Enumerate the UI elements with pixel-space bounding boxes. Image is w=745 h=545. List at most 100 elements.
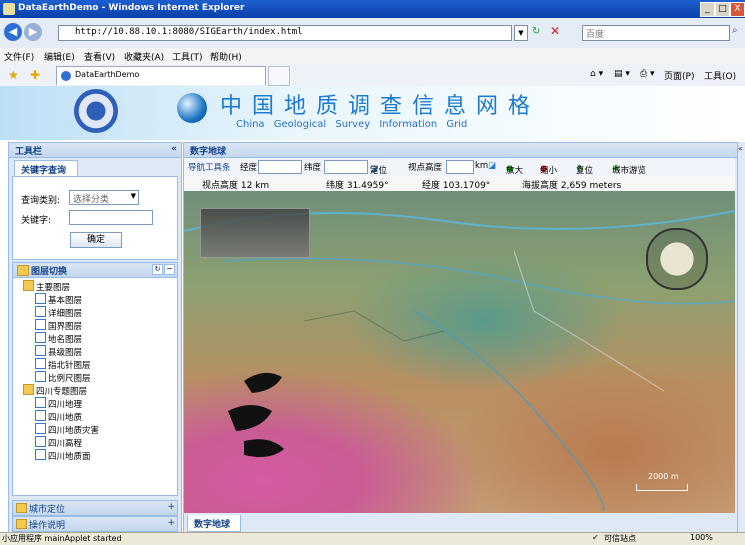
tree-group-label: 主要图层 <box>36 283 71 293</box>
address-bar-row: ◀ ▶ http://10.88.10.1:8080/SIGEarth/inde… <box>0 18 745 49</box>
tree-item-label: 地名图层 <box>48 335 83 345</box>
menu-favorites[interactable]: 收藏夹(A) <box>124 50 164 63</box>
confirm-button[interactable]: 确定 <box>70 232 122 248</box>
expand-icon[interactable]: + <box>167 518 175 528</box>
forward-button[interactable]: ▶ <box>24 23 42 41</box>
layer-icon <box>35 319 46 330</box>
tree-item-layer[interactable]: 四川地理 <box>35 397 82 410</box>
page-menu[interactable]: 页面(P) <box>664 69 694 82</box>
menu-tools[interactable]: 工具(T) <box>172 50 203 63</box>
layer-icon <box>35 358 46 369</box>
instructions-panel-header[interactable]: 操作说明 + <box>12 516 178 532</box>
lon-input[interactable] <box>258 160 302 174</box>
minimize-button[interactable]: _ <box>700 2 715 17</box>
refresh-layers-icon[interactable]: ↻ <box>152 264 163 275</box>
instructions-label: 操作说明 <box>29 521 66 531</box>
world-overview-map[interactable] <box>200 208 310 258</box>
menu-view[interactable]: 查看(V) <box>84 50 115 63</box>
zoom-level[interactable]: 100% <box>690 533 713 542</box>
tree-item-layer[interactable]: 地名图层 <box>35 332 82 345</box>
tree-item-label: 基本图层 <box>48 296 83 306</box>
folder-open-icon <box>23 280 34 291</box>
url-dropdown-icon[interactable]: ▼ <box>514 25 528 41</box>
add-favorite-icon[interactable]: ✚ <box>30 68 40 82</box>
chevron-down-icon: ▼ <box>130 192 136 200</box>
category-select[interactable]: 选择分类 ▼ <box>69 190 139 205</box>
tree-item-layer[interactable]: 基本图层 <box>35 293 82 306</box>
reset-label: 复位 <box>576 166 594 176</box>
favorites-star-icon[interactable]: ★ <box>8 68 19 82</box>
lat-input[interactable] <box>324 160 368 174</box>
nav-toolbar-label: 导航工具条 <box>188 163 231 173</box>
home-icon[interactable]: ⌂ ▾ <box>590 69 603 79</box>
search-icon[interactable]: ⌕ <box>732 25 738 36</box>
city-tour-label: 城市游览 <box>612 166 647 176</box>
tools-menu[interactable]: 工具(O) <box>704 69 736 82</box>
right-collapse-bar[interactable]: « <box>737 142 745 538</box>
close-button[interactable]: X <box>730 2 745 17</box>
menu-edit[interactable]: 编辑(E) <box>44 50 75 63</box>
maximize-button[interactable]: □ <box>715 2 730 17</box>
tree-item-layer[interactable]: 四川地质 <box>35 410 82 423</box>
tab-title: DataEarthDemo <box>75 70 140 79</box>
layer-icon <box>35 332 46 343</box>
layer-icon <box>35 410 46 421</box>
tree-item-layer[interactable]: 详细图层 <box>35 306 82 319</box>
toolbox-header: 工具栏 « <box>9 143 181 158</box>
menu-bar: 文件(F) 编辑(E) 查看(V) 收藏夹(A) 工具(T) 帮助(H) <box>0 48 745 64</box>
url-input[interactable]: http://10.88.10.1:8080/SIGEarth/index.ht… <box>58 25 512 41</box>
back-button[interactable]: ◀ <box>4 23 22 41</box>
browser-tab[interactable]: DataEarthDemo <box>56 66 266 85</box>
tree-group-label: 四川专题图层 <box>36 387 88 397</box>
go-height-button[interactable]: ◪ <box>488 161 496 171</box>
minimize-panel-icon[interactable]: − <box>164 264 175 275</box>
layer-icon <box>35 449 46 460</box>
search-input[interactable]: 百度 <box>582 25 730 41</box>
site-title-cn: 中国地质调查信息网格 <box>220 94 541 119</box>
collapse-left-icon[interactable]: « <box>171 144 177 154</box>
tree-item-layer[interactable]: 四川高程 <box>35 436 82 449</box>
tree-group-sichuan[interactable]: 四川专题图层 <box>23 384 87 397</box>
print-icon[interactable]: ⎙ ▾ <box>640 69 655 79</box>
globe-logo <box>177 93 207 123</box>
compass-icon[interactable] <box>646 228 708 290</box>
keyword-input[interactable] <box>69 210 153 225</box>
ie-icon <box>3 3 15 15</box>
unit-label: km <box>475 161 489 171</box>
city-locate-panel-header[interactable]: 城市定位 + <box>12 500 178 516</box>
new-tab-button[interactable] <box>268 66 290 86</box>
tree-item-label: 详细图层 <box>48 309 83 319</box>
longitude-readout: 经度 103.1709° <box>422 181 491 191</box>
tree-item-layer[interactable]: 四川地质灾害 <box>35 423 99 436</box>
tree-item-layer[interactable]: 四川地质面 <box>35 449 91 462</box>
tab-digital-earth[interactable]: 数字地球 <box>187 515 241 532</box>
map-panel-title: 数字地球 <box>190 147 227 157</box>
tab-keyword-search[interactable]: 关键字查询 <box>14 160 78 177</box>
tree-item-layer[interactable]: 比例尺图层 <box>35 371 91 384</box>
view-height-input[interactable] <box>446 160 474 174</box>
category-label: 查询类别: <box>21 196 61 206</box>
toolbox-title: 工具栏 <box>15 147 43 157</box>
tree-item-label: 国界图层 <box>48 322 83 332</box>
window-title-bar[interactable]: DataEarthDemo - Windows Internet Explore… <box>0 0 745 18</box>
zoom-out-label: 缩小 <box>540 166 558 176</box>
tree-item-layer[interactable]: 指北针图层 <box>35 358 91 371</box>
tree-group-main[interactable]: 主要图层 <box>23 280 70 293</box>
tree-item-label: 四川地质 <box>48 413 83 423</box>
collapse-right-icon[interactable]: « <box>738 144 743 153</box>
tree-item-label: 四川地理 <box>48 400 83 410</box>
url-text: http://10.88.10.1:8080/SIGEarth/index.ht… <box>75 27 303 37</box>
layer-icon <box>35 293 46 304</box>
refresh-icon[interactable]: ↻ <box>532 26 540 37</box>
category-select-value: 选择分类 <box>73 195 110 205</box>
tree-item-label: 指北针图层 <box>48 361 91 371</box>
tree-item-layer[interactable]: 县级图层 <box>35 345 82 358</box>
tree-item-layer[interactable]: 国界图层 <box>35 319 82 332</box>
stop-icon[interactable]: ✕ <box>550 24 560 38</box>
menu-file[interactable]: 文件(F) <box>4 50 34 63</box>
tree-item-label: 比例尺图层 <box>48 374 91 384</box>
expand-icon[interactable]: + <box>167 502 175 512</box>
feeds-icon[interactable]: ▤ ▾ <box>614 69 630 79</box>
menu-help[interactable]: 帮助(H) <box>210 50 242 63</box>
layer-panel-header: 图层切换 ↻ − <box>13 263 177 278</box>
